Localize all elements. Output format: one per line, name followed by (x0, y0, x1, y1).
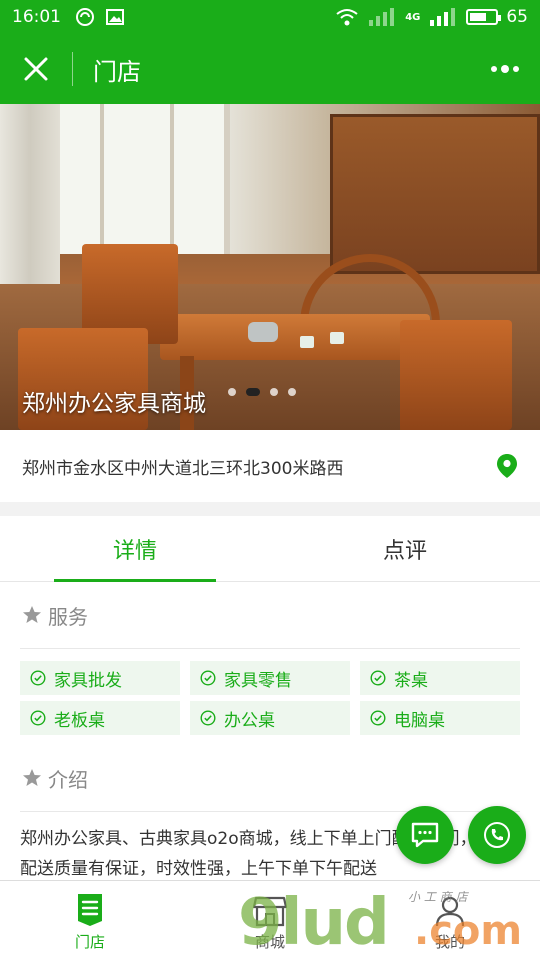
close-icon (24, 57, 48, 81)
user-icon (435, 896, 465, 927)
service-tag-label: 老板桌 (54, 710, 105, 731)
service-tag: 办公桌 (190, 701, 350, 735)
store-icon (78, 894, 102, 926)
services-heading-text: 服务 (48, 604, 88, 629)
signal-icon (369, 8, 395, 26)
service-tag-label: 电脑桌 (394, 710, 445, 731)
services-list: 家具批发 家具零售 茶桌老板桌 办公桌 电脑桌 (0, 649, 540, 745)
close-button[interactable] (0, 34, 72, 104)
service-tag: 家具批发 (20, 661, 180, 695)
shop-icon (253, 896, 287, 927)
detail-tabs: 详情 点评 (0, 516, 540, 582)
service-tag: 电脑桌 (360, 701, 520, 735)
banner-title: 郑州办公家具商城 (22, 391, 206, 417)
carousel-dot[interactable] (228, 388, 236, 396)
status-bar: 16:01 4G 65 (0, 0, 540, 34)
intro-heading-text: 介绍 (48, 767, 88, 792)
status-time: 16:01 (12, 7, 61, 27)
chat-icon (411, 822, 439, 848)
signal-4g-icon (430, 8, 456, 26)
bottom-nav-store[interactable]: 门店 (0, 881, 180, 960)
battery-percent: 65 (506, 7, 528, 27)
bottom-nav-shop[interactable]: 商城 (180, 881, 360, 960)
star-icon (23, 606, 41, 623)
service-tag: 茶桌 (360, 661, 520, 695)
nav-bar: 门店 (0, 34, 540, 104)
check-circle-icon (370, 710, 386, 726)
details-panel: 服务 家具批发 家具零售 茶桌老板桌 办公桌 电脑桌 介绍 郑州办公家具、古典家具o2o… (0, 582, 540, 880)
store-banner[interactable]: 郑州办公家具商城 (0, 104, 540, 430)
service-tag: 家具零售 (190, 661, 350, 695)
battery-icon (466, 9, 502, 25)
call-button[interactable] (468, 806, 526, 864)
address-row[interactable]: 郑州市金水区中州大道北三环北300米路西 (0, 430, 540, 502)
service-tag-label: 茶桌 (394, 670, 428, 691)
tab-details[interactable]: 详情 (0, 516, 270, 582)
more-dot (513, 66, 519, 72)
service-tag: 老板桌 (20, 701, 180, 735)
nav-divider (72, 52, 73, 86)
location-pin-icon[interactable] (496, 453, 518, 479)
bottom-nav-label: 门店 (74, 933, 105, 951)
service-tag-label: 办公桌 (224, 710, 275, 731)
service-tag-label: 家具批发 (54, 670, 122, 691)
tab-label: 详情 (112, 538, 157, 564)
bottom-nav-mine[interactable]: 我的 (360, 881, 540, 960)
image-notification-icon (106, 9, 124, 25)
service-tag-label: 家具零售 (224, 670, 292, 691)
bottom-nav: 门店 商城 我的 (0, 880, 540, 960)
message-button[interactable] (396, 806, 454, 864)
intro-text: 郑州办公家具、古典家具o2o商城，线上下单上门配送上门，同城配送质量有保证，时效… (20, 829, 511, 879)
carousel-dot[interactable] (288, 388, 296, 396)
more-button[interactable] (470, 34, 540, 104)
check-circle-icon (30, 670, 46, 686)
tab-label: 点评 (382, 538, 427, 564)
check-circle-icon (370, 670, 386, 686)
star-icon (23, 769, 41, 786)
page-title: 门店 (93, 57, 141, 86)
bottom-nav-label: 我的 (434, 933, 465, 951)
bottom-nav-label: 商城 (254, 933, 285, 951)
network-type: 4G (405, 11, 421, 23)
check-circle-icon (200, 670, 216, 686)
carousel-indicator (228, 388, 296, 396)
more-dot (491, 66, 497, 72)
tab-reviews[interactable]: 点评 (270, 516, 540, 581)
carousel-dot[interactable] (270, 388, 278, 396)
intro-heading: 介绍 (0, 745, 540, 811)
services-heading: 服务 (0, 582, 540, 648)
sync-icon (76, 8, 94, 26)
check-circle-icon (30, 710, 46, 726)
phone-icon (484, 822, 510, 848)
carousel-dot[interactable] (246, 388, 260, 396)
wifi-icon (336, 9, 358, 26)
store-address: 郑州市金水区中州大道北三环北300米路西 (22, 458, 344, 479)
check-circle-icon (200, 710, 216, 726)
more-dot (501, 65, 509, 73)
